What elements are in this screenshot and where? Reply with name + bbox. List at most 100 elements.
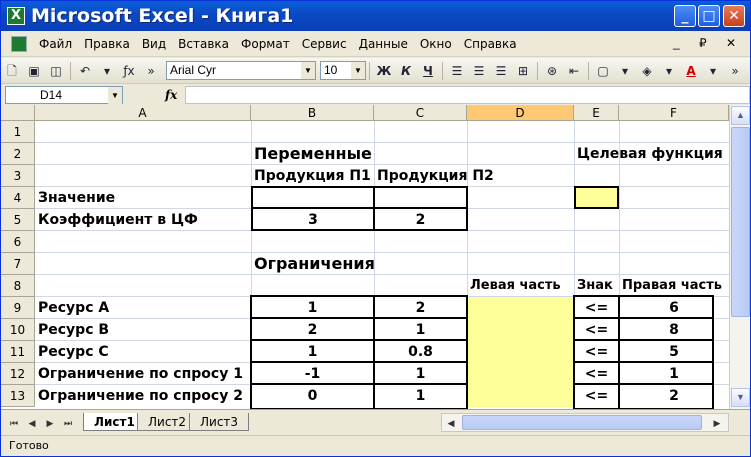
menu-file[interactable]: Файл <box>33 37 78 51</box>
menu-help[interactable]: Справка <box>458 37 523 51</box>
constraint-p2-coef[interactable]: 1 <box>374 319 467 341</box>
open-icon[interactable]: ▣ <box>25 62 43 80</box>
close-button[interactable]: ✕ <box>723 5 745 27</box>
row-header[interactable]: 7 <box>1 253 35 275</box>
constraint-rhs[interactable]: 2 <box>619 385 729 407</box>
constraint-rhs[interactable]: 5 <box>619 341 729 363</box>
vertical-scrollbar[interactable]: ▲ ▼ <box>729 105 750 409</box>
rhs-header[interactable]: Правая часть <box>619 275 725 297</box>
excel-app-icon[interactable]: X <box>7 7 25 25</box>
merge-center-icon[interactable]: ⊞ <box>514 62 532 80</box>
row-header[interactable]: 10 <box>1 319 35 341</box>
constraint-lhs-cell[interactable] <box>467 297 574 319</box>
constraint-p1-coef[interactable]: 0 <box>251 385 374 407</box>
maximize-button[interactable]: □ <box>698 5 720 27</box>
scroll-up-icon[interactable]: ▲ <box>731 106 750 125</box>
value-p1-cell[interactable] <box>251 186 375 209</box>
constraint-p1-coef[interactable]: 2 <box>251 319 374 341</box>
menu-view[interactable]: Вид <box>136 37 172 51</box>
title-bar[interactable]: X Microsoft Excel - Книга1 _ □ ✕ <box>1 1 750 31</box>
lhs-header[interactable]: Левая часть <box>467 275 564 297</box>
column-header-a[interactable]: A <box>35 105 251 121</box>
constraint-rhs[interactable]: 6 <box>619 297 729 319</box>
column-header-b[interactable]: B <box>251 105 374 121</box>
constraint-sign[interactable]: <= <box>574 385 619 407</box>
constraint-p2-coef[interactable]: 1 <box>374 385 467 407</box>
row-header[interactable]: 9 <box>1 297 35 319</box>
constraint-rhs[interactable]: 8 <box>619 319 729 341</box>
row-header[interactable]: 11 <box>1 341 35 363</box>
last-sheet-icon[interactable]: ⏭ <box>61 416 75 430</box>
constraint-p1-coef[interactable]: -1 <box>251 363 374 385</box>
undo-icon[interactable]: ↶ <box>76 62 94 80</box>
chevron-down-icon[interactable]: ▼ <box>301 62 315 79</box>
column-header-d[interactable]: D <box>467 105 574 121</box>
constraint-lhs-cell[interactable] <box>467 363 574 385</box>
chevron-down-icon[interactable]: ▾ <box>616 62 634 80</box>
constraint-name[interactable]: Ресурс В <box>35 319 112 341</box>
column-header-c[interactable]: C <box>374 105 467 121</box>
font-name-select[interactable]: Arial Cyr ▼ <box>166 61 316 80</box>
chevron-down-icon[interactable]: ▾ <box>98 62 116 80</box>
column-header-e[interactable]: E <box>574 105 619 121</box>
constraint-sign[interactable]: <= <box>574 363 619 385</box>
italic-button[interactable]: К <box>397 62 415 80</box>
fill-color-icon[interactable]: ◈ <box>638 62 656 80</box>
constraint-sign[interactable]: <= <box>574 341 619 363</box>
scroll-down-icon[interactable]: ▼ <box>731 388 750 407</box>
constraint-p2-coef[interactable]: 0.8 <box>374 341 467 363</box>
toolbar-more-button[interactable]: » <box>142 62 160 80</box>
column-header-f[interactable]: F <box>619 105 729 121</box>
prev-sheet-icon[interactable]: ◀ <box>25 416 39 430</box>
product-p1-header[interactable]: Продукция П1 <box>251 165 374 187</box>
underline-button[interactable]: Ч <box>419 62 437 80</box>
insert-function-icon[interactable]: fx <box>165 88 177 102</box>
constraint-name[interactable]: Ресурс А <box>35 297 112 319</box>
font-color-icon[interactable]: A <box>682 62 700 80</box>
row-header[interactable]: 13 <box>1 385 35 407</box>
row-header[interactable]: 6 <box>1 231 35 253</box>
section-title-constraints[interactable]: Ограничения <box>251 253 378 275</box>
coefficient-p2-cell[interactable]: 2 <box>373 207 468 231</box>
currency-format-icon[interactable]: ⊛ <box>543 62 561 80</box>
first-sheet-icon[interactable]: ⏮ <box>7 416 21 430</box>
row-header[interactable]: 12 <box>1 363 35 385</box>
next-sheet-icon[interactable]: ▶ <box>43 416 57 430</box>
horizontal-scrollbar[interactable]: ◀ ▶ <box>441 413 729 432</box>
toolbar-more-button[interactable]: » <box>726 62 744 80</box>
coefficient-p1-cell[interactable]: 3 <box>251 207 375 231</box>
constraint-lhs-cell[interactable] <box>467 319 574 341</box>
scroll-left-icon[interactable]: ◀ <box>444 416 458 430</box>
workbook-window-controls[interactable]: _ ₽ ✕ <box>673 36 744 50</box>
constraint-p2-coef[interactable]: 1 <box>374 363 467 385</box>
align-center-icon[interactable]: ☰ <box>470 62 488 80</box>
constraint-name[interactable]: Ограничение по спросу 2 <box>35 385 246 407</box>
chevron-down-icon[interactable]: ▼ <box>108 87 122 104</box>
value-p2-cell[interactable] <box>373 186 468 209</box>
constraint-sign[interactable]: <= <box>574 319 619 341</box>
objective-function-label[interactable]: Целевая функция <box>574 143 726 165</box>
bold-button[interactable]: Ж <box>375 62 393 80</box>
menu-window[interactable]: Окно <box>414 37 458 51</box>
function-icon[interactable]: ƒx <box>120 62 138 80</box>
font-size-select[interactable]: 10 ▼ <box>320 61 366 80</box>
row-header[interactable]: 2 <box>1 143 35 165</box>
row-header[interactable]: 1 <box>1 121 35 143</box>
menu-edit[interactable]: Правка <box>78 37 136 51</box>
row-header[interactable]: 5 <box>1 209 35 231</box>
chevron-down-icon[interactable]: ▼ <box>351 62 365 79</box>
constraint-rhs[interactable]: 1 <box>619 363 729 385</box>
constraint-name[interactable]: Ограничение по спросу 1 <box>35 363 246 385</box>
menu-format[interactable]: Формат <box>235 37 296 51</box>
product-p2-header[interactable]: Продукция П2 <box>374 165 497 187</box>
constraint-name[interactable]: Ресурс С <box>35 341 112 363</box>
print-preview-icon[interactable]: ◫ <box>47 62 65 80</box>
align-right-icon[interactable]: ☰ <box>492 62 510 80</box>
constraint-p1-coef[interactable]: 1 <box>251 297 374 319</box>
select-all-corner[interactable] <box>1 105 35 121</box>
sign-header[interactable]: Знак <box>574 275 616 297</box>
menu-tools[interactable]: Сервис <box>296 37 353 51</box>
constraint-lhs-cell[interactable] <box>467 385 574 407</box>
menu-insert[interactable]: Вставка <box>172 37 235 51</box>
constraint-lhs-cell[interactable] <box>467 341 574 363</box>
